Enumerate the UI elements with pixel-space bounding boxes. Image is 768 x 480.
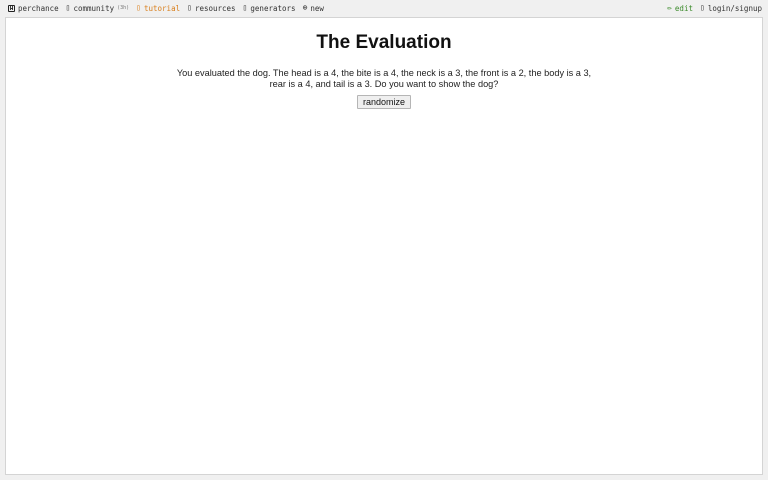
nav-resources[interactable]: ▯ resources <box>187 4 235 13</box>
nav-login-label: login/signup <box>707 3 762 13</box>
nav-tutorial[interactable]: ▯ tutorial <box>136 4 180 13</box>
evaluation-text: You evaluated the dog. The head is a 4, … <box>176 68 592 89</box>
randomize-button[interactable]: randomize <box>356 95 412 109</box>
nav-new[interactable]: ⊕ new <box>303 4 324 13</box>
nav-resources-label: resources <box>194 3 236 13</box>
die-icon <box>8 4 15 12</box>
gear-icon: ▯ <box>242 3 248 12</box>
community-badge: (3h) <box>117 5 130 11</box>
doc-icon: ▯ <box>187 3 192 12</box>
pencil-icon: ✏ <box>667 3 672 12</box>
nav-generators-label: generators <box>250 3 296 13</box>
chat-icon: ▯ <box>65 3 71 12</box>
nav-right: ✏ edit ▯ login/signup <box>667 4 762 13</box>
nav-perchance[interactable]: perchance <box>8 4 59 13</box>
page-title: The Evaluation <box>316 32 452 53</box>
plus-circle-icon: ⊕ <box>302 3 308 12</box>
nav-login[interactable]: ▯ login/signup <box>700 4 762 13</box>
nav-edit-label: edit <box>674 3 693 13</box>
generator-content: The Evaluation You evaluated the dog. Th… <box>6 32 762 110</box>
nav-generators[interactable]: ▯ generators <box>243 4 296 13</box>
nav-community[interactable]: ▯ community (3h) <box>66 4 130 13</box>
generator-frame: The Evaluation You evaluated the dog. Th… <box>5 17 763 475</box>
nav-new-label: new <box>310 3 324 13</box>
nav-tutorial-label: tutorial <box>143 3 181 13</box>
nav-edit[interactable]: ✏ edit <box>667 4 693 13</box>
nav-community-label: community <box>73 3 115 13</box>
nav-perchance-label: perchance <box>18 3 59 13</box>
nav-left: perchance ▯ community (3h) ▯ tutorial ▯ … <box>8 4 324 13</box>
top-nav-bar: perchance ▯ community (3h) ▯ tutorial ▯ … <box>0 0 768 16</box>
user-icon: ▯ <box>699 3 705 12</box>
book-icon: ▯ <box>136 3 141 12</box>
